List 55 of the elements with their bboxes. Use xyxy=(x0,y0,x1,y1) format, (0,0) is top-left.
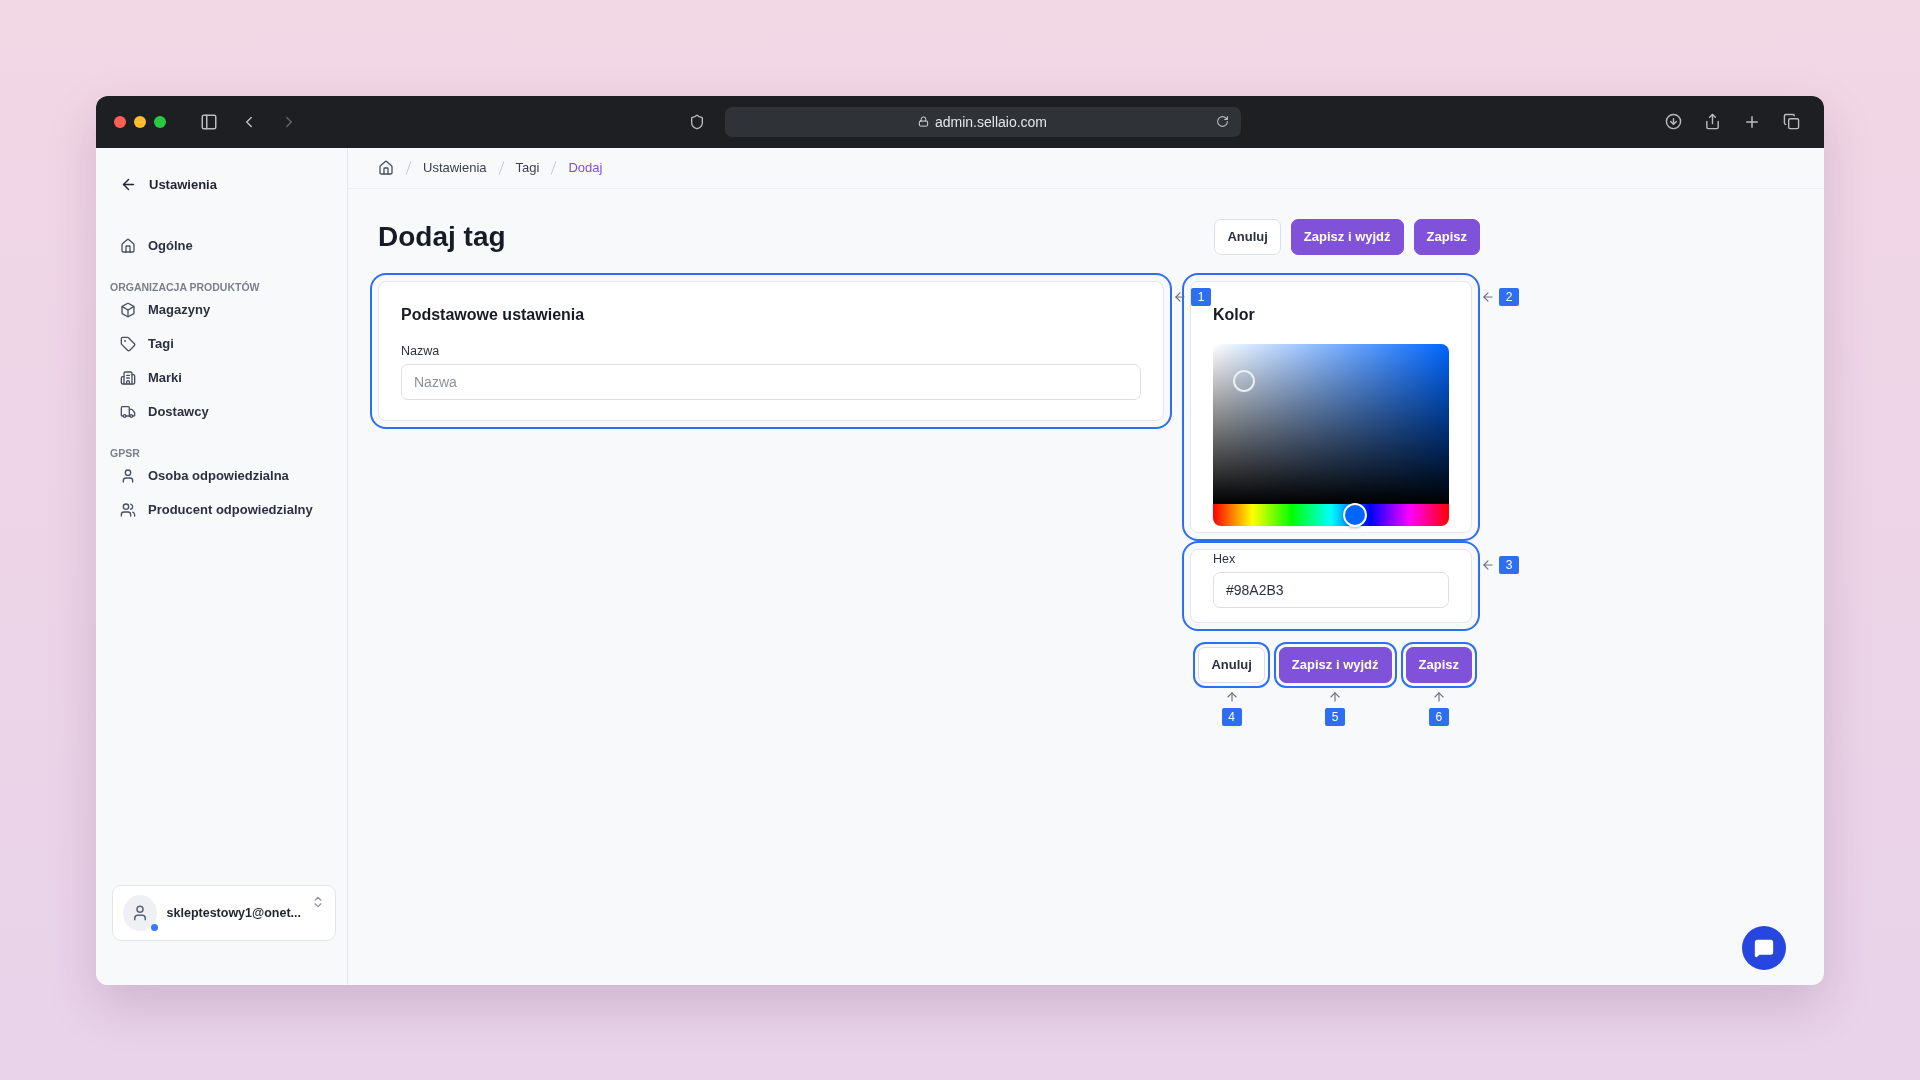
lock-icon xyxy=(917,116,929,127)
card-title: Kolor xyxy=(1213,305,1256,324)
primary-button[interactable]: Zapisz xyxy=(1413,218,1480,255)
sidebar-item[interactable]: Tagi xyxy=(110,326,333,361)
picker-handle[interactable] xyxy=(1233,369,1255,392)
field-label: Nazwa xyxy=(401,343,441,358)
breadcrumb-link[interactable]: Dodaj xyxy=(568,160,603,175)
close-window-icon[interactable] xyxy=(114,115,126,128)
hex-input[interactable]: #98A2B3 xyxy=(1213,571,1449,608)
url-text: admin.sellaio.com xyxy=(934,113,1048,130)
marker-number: 4 xyxy=(1221,707,1242,726)
people-icon xyxy=(120,501,136,518)
shield-icon[interactable] xyxy=(688,113,705,130)
person-icon xyxy=(120,467,136,484)
hue-thumb[interactable] xyxy=(1342,502,1367,527)
sidebar-item[interactable]: Magazyny xyxy=(110,292,333,327)
maximize-window-icon[interactable] xyxy=(154,115,166,128)
address-bar[interactable]: admin.sellaio.com xyxy=(724,106,1241,137)
page-title: Dodaj tag xyxy=(378,220,506,253)
marker-number: 2 xyxy=(1499,287,1519,306)
breadcrumb-link[interactable]: Ustawienia xyxy=(423,160,487,175)
building-icon xyxy=(120,369,136,386)
share-icon[interactable] xyxy=(1704,113,1721,130)
truck-icon xyxy=(120,403,136,420)
hue-slider[interactable] xyxy=(1213,503,1449,526)
tabs-icon[interactable] xyxy=(1783,113,1800,130)
sidebar-item[interactable]: Dostawcy xyxy=(110,394,333,429)
marker-number: 6 xyxy=(1428,707,1449,726)
minimize-window-icon[interactable] xyxy=(134,115,146,128)
chat-button[interactable] xyxy=(1742,925,1786,970)
chat-icon xyxy=(1754,937,1774,958)
saturation-picker[interactable] xyxy=(1213,343,1449,504)
card-title: Podstawowe ustawienia xyxy=(401,305,586,324)
marker-number: 5 xyxy=(1325,707,1346,726)
sidebar-item[interactable]: Marki xyxy=(110,360,333,395)
sidebar-item[interactable]: Osoba odpowiedzialna xyxy=(110,458,333,493)
section-heading: ORGANIZACJA PRODUKTÓW xyxy=(110,280,261,293)
download-icon[interactable] xyxy=(1665,113,1682,130)
section-heading: GPSR xyxy=(110,446,141,459)
user-menu[interactable]: skleptestowy1@onet... xyxy=(112,884,336,941)
back-link[interactable]: Ustawienia xyxy=(110,169,333,199)
home-icon xyxy=(120,237,136,254)
field-label: Hex xyxy=(1213,551,1237,566)
cancel-button[interactable]: Anuluj xyxy=(1214,218,1281,255)
sidebar-icon[interactable] xyxy=(200,112,218,131)
reload-icon[interactable] xyxy=(1215,114,1229,128)
primary-button[interactable]: Zapisz i wyjdź xyxy=(1290,218,1404,255)
marker-number: 3 xyxy=(1499,555,1519,574)
name-input[interactable]: Nazwa xyxy=(401,363,1141,400)
box-icon xyxy=(120,301,136,318)
sidebar-item[interactable]: Producent odpowiedzialny xyxy=(110,492,333,527)
home-icon[interactable] xyxy=(378,159,394,176)
breadcrumb-link[interactable]: Tagi xyxy=(515,160,540,175)
tag-icon xyxy=(120,335,136,352)
sidebar-item[interactable]: Ogólne xyxy=(110,228,333,263)
